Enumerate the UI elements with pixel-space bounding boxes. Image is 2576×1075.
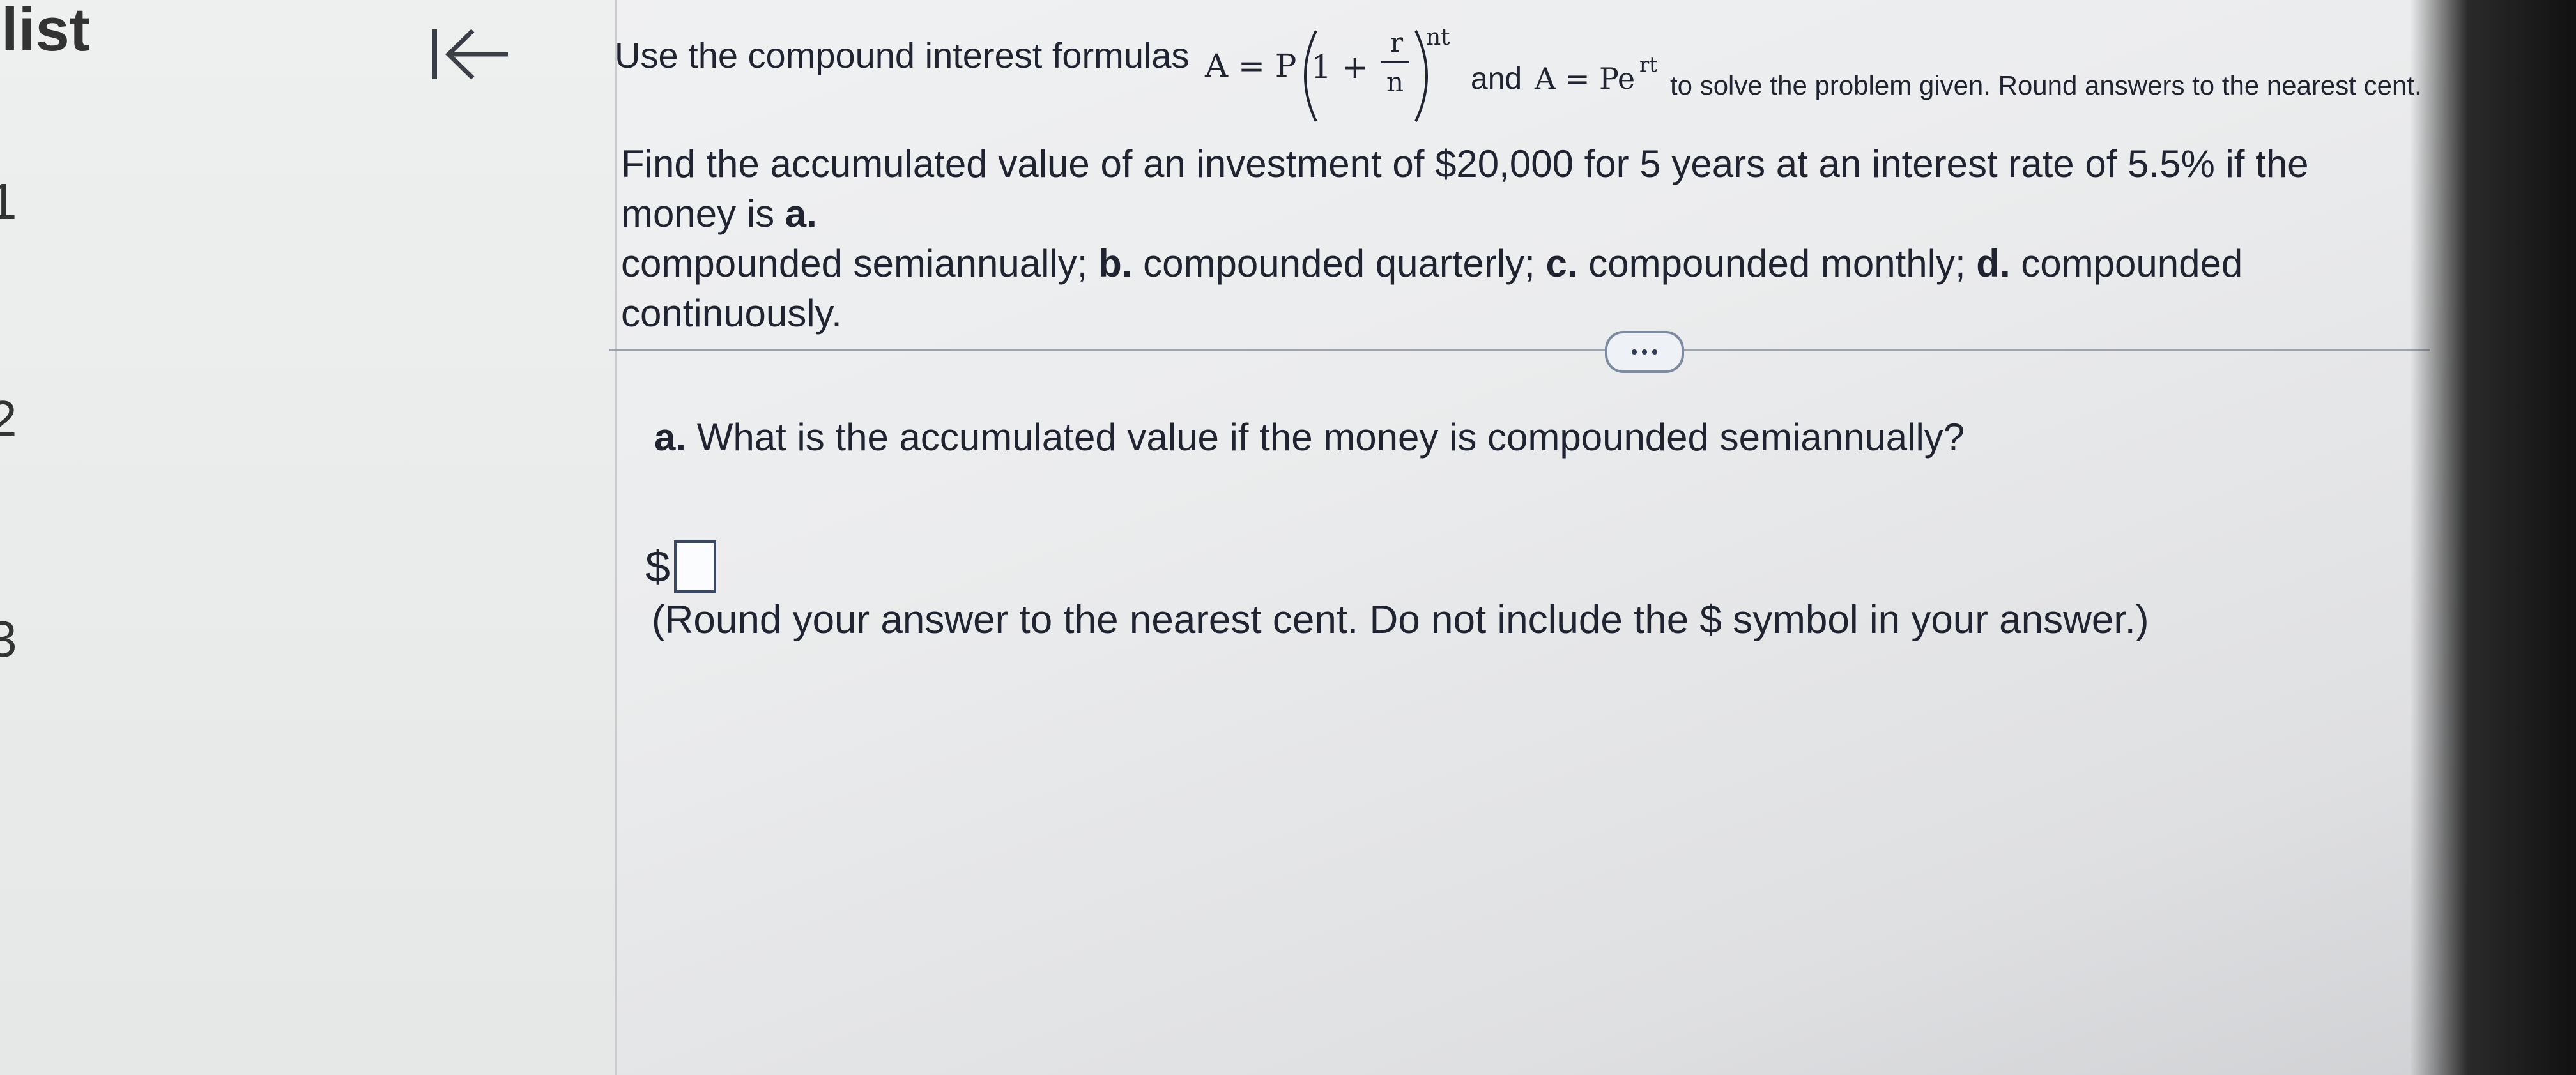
formula-2-lhs: A = Pe [1535, 61, 1636, 96]
question-a: a. What is the accumulated value if the … [654, 415, 1965, 459]
currency-symbol: $ [645, 542, 670, 591]
instruction-suffix: to solve the problem given. Round answer… [1670, 70, 2422, 100]
sidebar-title: list [1, 0, 90, 64]
sidebar-item-2[interactable]: 2 [0, 390, 17, 448]
formula-1-exponent: nt [1426, 24, 1450, 50]
ellipsis-icon [1642, 349, 1647, 355]
ellipsis-icon [1652, 349, 1657, 355]
instruction-prefix: Use the compound interest formulas [615, 35, 1190, 75]
problem-text: Find the accumulated value of an investm… [621, 142, 2309, 235]
question-label: a. [654, 416, 687, 459]
screen-bezel [2410, 0, 2576, 1075]
problem-statement: Find the accumulated value of an investm… [621, 139, 2346, 339]
formula-1-numerator: r [1390, 27, 1404, 58]
main-content: Use the compound interest formulas A = P… [610, 0, 2576, 1075]
formula-1-inner: 1 + [1311, 49, 1368, 86]
formula-2-exponent: rt [1639, 52, 1658, 77]
answer-row: $ [645, 540, 716, 593]
sidebar-item-3[interactable]: 3 [0, 610, 17, 669]
part-d-label: d. [1976, 242, 2011, 285]
answer-input[interactable] [673, 540, 716, 593]
question-text: What is the accumulated value if the mon… [696, 416, 1965, 459]
part-a-label: a. [785, 192, 817, 235]
formula-1-denominator: n [1386, 66, 1404, 98]
arrow-left-to-line-icon[interactable] [428, 26, 511, 83]
sidebar: list 1 2 3 [0, 0, 617, 1075]
section-divider [610, 349, 2430, 351]
answer-hint: (Round your answer to the nearest cent. … [652, 598, 2149, 642]
sidebar-item-1[interactable]: 1 [0, 172, 17, 231]
fraction-bar [1381, 61, 1409, 63]
instructions: Use the compound interest formulas A = P… [615, 24, 2422, 144]
problem-line-1: Find the accumulated value of an investm… [621, 139, 2346, 239]
part-b-label: b. [1098, 242, 1133, 285]
more-button[interactable] [1605, 331, 1684, 373]
formula-1-lhs: A = P [1205, 47, 1297, 84]
part-c-label: c. [1545, 242, 1578, 285]
part-b-text: compounded quarterly; [1143, 242, 1535, 285]
ellipsis-icon [1632, 349, 1637, 355]
part-c-text: compounded monthly; [1588, 242, 1966, 285]
problem-line-2: compounded semiannually; b. compounded q… [621, 239, 2346, 339]
instruction-conjunction: and [1471, 62, 1522, 96]
part-a-text: compounded semiannually; [621, 242, 1088, 285]
